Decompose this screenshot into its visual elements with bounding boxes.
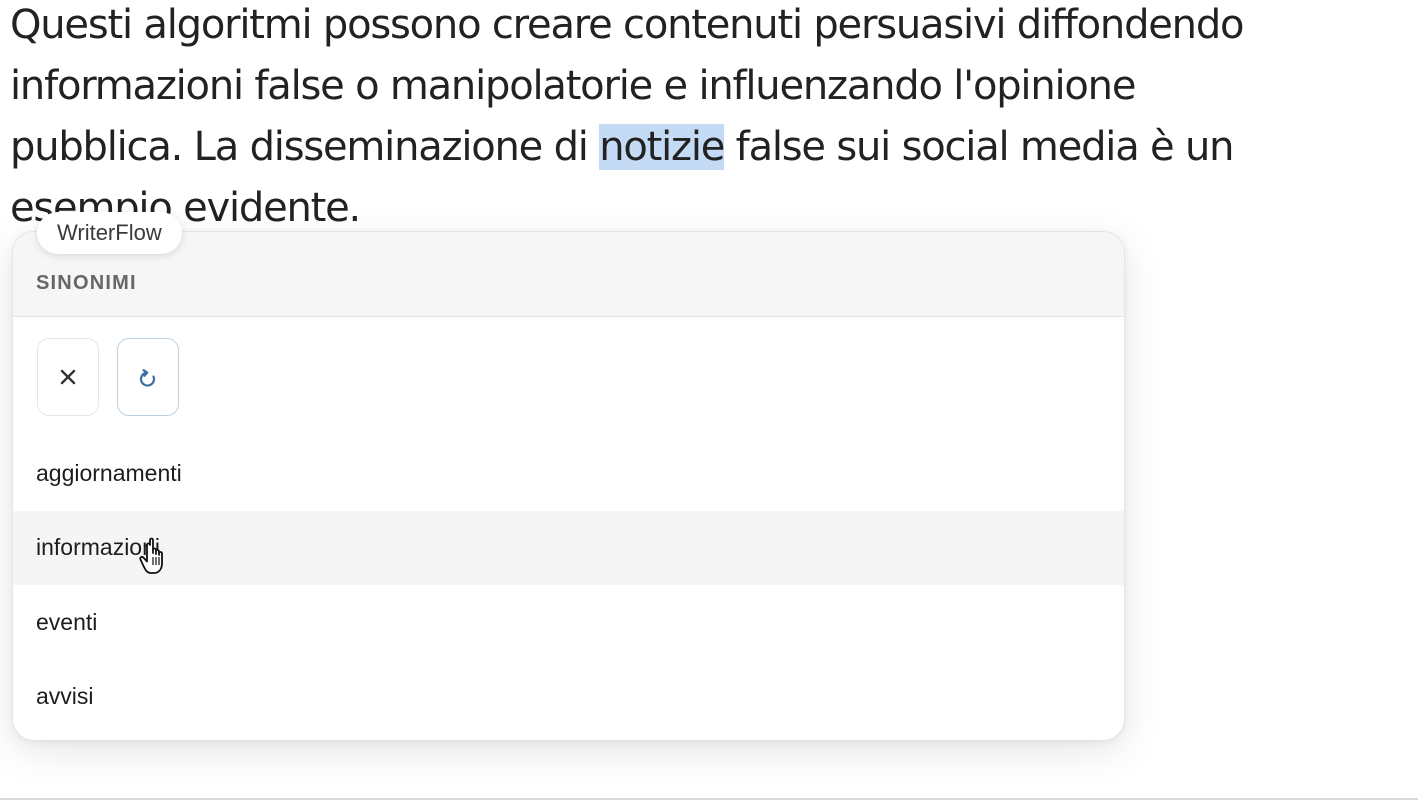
synonym-option[interactable]: aggiornamenti [13,436,1124,511]
document-line: Questi algoritmi possono creare contenut… [10,2,1244,48]
popup-header: SINONIMI [13,232,1124,317]
synonym-option[interactable]: avvisi [13,660,1124,735]
synonym-option[interactable]: eventi [13,585,1124,660]
document-line: pubblica. La disseminazione di notizie f… [10,117,1310,178]
text-segment: pubblica. La disseminazione di [10,124,600,170]
close-icon [60,369,76,385]
text-segment: false sui social media è un [724,124,1235,170]
document-line: esempio evidente. [10,185,361,231]
brand-badge: WriterFlow [37,212,182,254]
refresh-button[interactable] [117,338,179,416]
refresh-icon [139,369,156,387]
selected-word[interactable]: notizie [599,124,725,170]
document-text[interactable]: Questi algoritmi possono creare contenut… [10,0,1310,239]
close-button[interactable] [37,338,99,416]
document-line: informazioni false o manipolatorie e inf… [10,63,1136,109]
synonyms-list: aggiornamenti informazioni eventi avvisi [13,436,1124,734]
brand-name: WriterFlow [57,220,162,245]
synonym-option[interactable]: informazioni [13,510,1124,585]
synonyms-popup: SINONIMI aggiornamenti informazioni even… [12,231,1125,741]
popup-title: SINONIMI [36,272,137,294]
